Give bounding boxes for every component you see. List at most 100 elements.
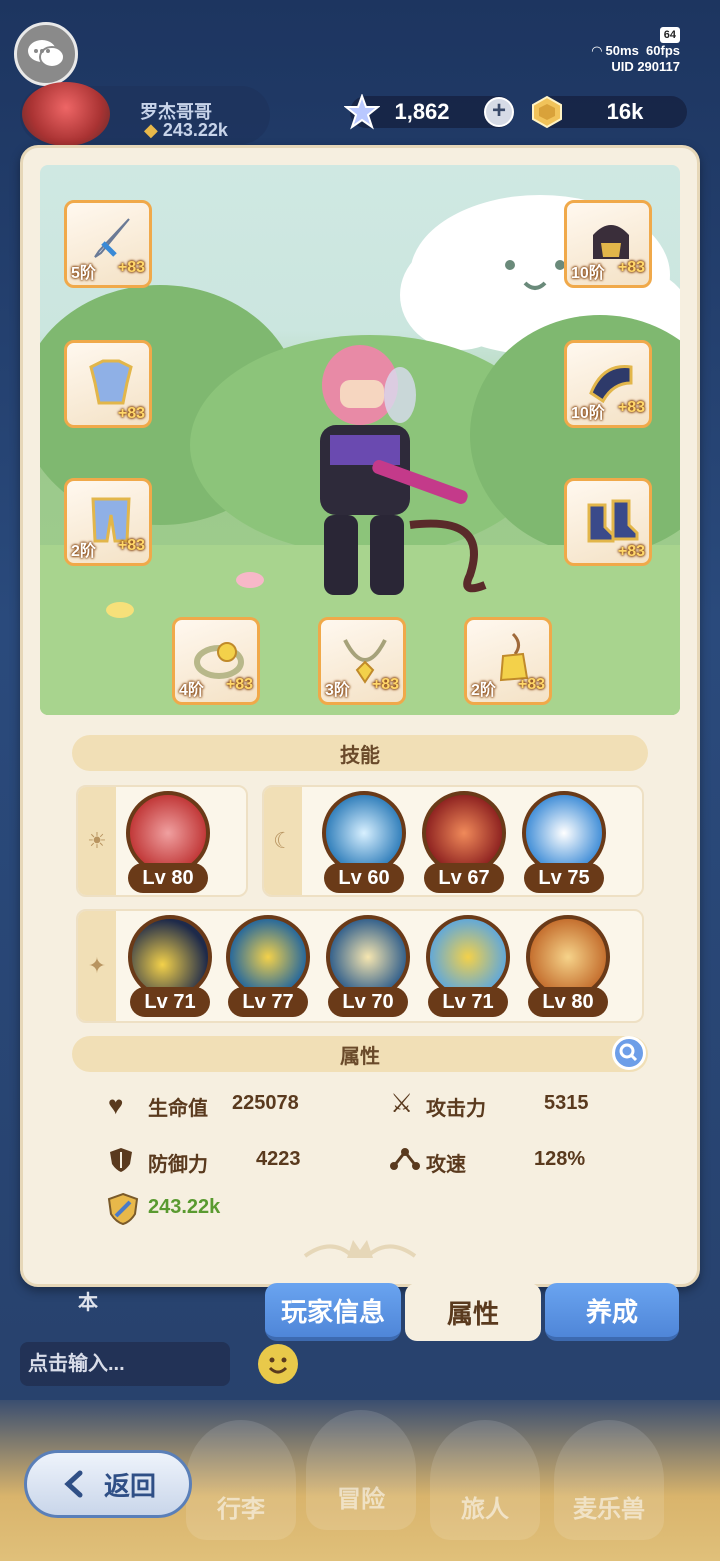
boots-icon [587,499,639,543]
tab-attributes-label: 属性 [446,1298,499,1329]
hp-value: 225078 [232,1092,299,1114]
hero-character[interactable] [260,335,500,635]
chat-input[interactable]: 点击输入... [20,1342,230,1386]
equip-tier: 3阶 [325,682,350,699]
skill-slot[interactable]: Lv 60 [320,791,408,897]
ornament-icon [303,1240,417,1258]
sun-icon: ☀ [78,787,116,895]
skill-level: Lv 80 [528,987,608,1017]
equip-level: +83 [117,405,145,422]
def-value: 4223 [256,1148,301,1170]
equip-tier: 5阶 [71,265,96,282]
star-gem-icon [344,94,380,130]
battery-indicator: 64 [659,27,680,43]
skill-level: Lv 77 [228,987,308,1017]
equip-slot-gauntlet[interactable]: 10阶 +83 [564,340,652,428]
equip-level: +83 [517,676,545,693]
equip-tier: 10阶 [571,265,605,282]
spd-value: 128% [534,1148,586,1170]
skill-slot[interactable]: Lv 75 [520,791,608,897]
skill-group-star: ✦ Lv 71 Lv 77 Lv 70 Lv 71 Lv 80 [76,909,644,1023]
wifi-icon: ◠ [591,43,602,58]
nav-luggage-label: 行李 [217,1496,265,1523]
sparkle-icon: ✦ [78,911,116,1021]
tab-develop-label: 养成 [585,1296,638,1327]
chat-button[interactable] [14,22,78,86]
back-label: 返回 [103,1470,156,1501]
ping-text: 50ms [605,43,639,58]
attributes-header: 属性 [72,1036,648,1072]
nav-pets[interactable]: 麦乐兽 [554,1420,664,1540]
power-shield-icon [107,1192,139,1226]
skill-level: Lv 60 [324,863,404,893]
nav-adventure[interactable]: 冒险 [306,1410,416,1530]
power-value: 243.22k [148,1196,221,1218]
side-text: 本 [78,1292,98,1314]
heart-icon: ♥ [108,1090,124,1120]
equip-tier: 2阶 [71,543,96,560]
skill-level: Lv 80 [128,863,208,893]
add-gems-button[interactable]: + [484,97,514,127]
armor-icon [89,359,133,405]
skill-group-moon: ☾ Lv 60 Lv 67 Lv 75 [262,785,644,897]
equip-tier: 2阶 [471,682,496,699]
nav-travelers-label: 旅人 [461,1496,509,1523]
player-power: ◆ 243.22k [144,120,228,141]
moon-icon: ☾ [264,787,302,895]
def-label: 防御力 [148,1154,208,1176]
skill-level: Lv 75 [524,863,604,893]
tab-player-info[interactable]: 玩家信息 [265,1283,401,1341]
equip-slot-sword[interactable]: 5阶 +83 [64,200,152,288]
tab-develop[interactable]: 养成 [545,1283,679,1341]
skill-slot[interactable]: Lv 67 [420,791,508,897]
equip-level: +83 [117,537,145,554]
skills-header-text: 技能 [340,744,380,767]
status-panel: 64 ◠ 50ms 60fps UID 290117 [592,26,680,75]
back-button[interactable]: 返回 [24,1450,192,1518]
fps-text: 60fps [646,43,680,58]
tab-attributes[interactable]: 属性 [405,1283,541,1341]
magnifier-icon [619,1043,638,1062]
nav-adventure-label: 冒险 [337,1486,385,1513]
equip-level: +83 [617,259,645,276]
equip-slot-helmet[interactable]: 10阶 +83 [564,200,652,288]
skills-header: 技能 [72,735,648,771]
gem-count: 1,862 [394,99,450,124]
hp-label: 生命值 [148,1098,208,1120]
skill-slot[interactable]: Lv 71 [126,915,214,1021]
equip-level: +83 [117,259,145,276]
gold-coin-icon [532,95,562,129]
nav-travelers[interactable]: 旅人 [430,1420,540,1540]
atk-label: 攻击力 [426,1098,486,1120]
equip-slot-ring[interactable]: 4阶 +83 [172,617,260,705]
skill-slot[interactable]: Lv 70 [324,915,412,1021]
nav-luggage[interactable]: 行李 [186,1420,296,1540]
equip-level: +83 [225,676,253,693]
avatar[interactable] [22,82,110,146]
equip-level: +83 [617,543,645,560]
attributes-header-text: 属性 [340,1045,380,1068]
equip-slot-armor[interactable]: +83 [64,340,152,428]
equip-slot-pants[interactable]: 2阶 +83 [64,478,152,566]
player-power-value: 243.22k [162,120,228,140]
atk-value: 5315 [544,1092,589,1114]
shield-icon: ◆ [144,120,158,140]
skill-slot[interactable]: Lv 77 [224,915,312,1021]
skill-group-sun: ☀ Lv 80 [76,785,248,897]
equip-tier: 4阶 [179,682,204,699]
equip-tier: 10阶 [571,405,605,422]
skill-slot[interactable]: Lv 80 [524,915,612,1021]
attack-speed-icon [390,1148,420,1170]
equip-level: +83 [371,676,399,693]
uid-text: UID 290117 [611,59,680,74]
search-button[interactable] [612,1036,646,1070]
skill-slot[interactable]: Lv 71 [424,915,512,1021]
equip-slot-necklace[interactable]: 3阶 +83 [318,617,406,705]
gold-count: 16k [606,99,644,124]
emoji-button[interactable] [258,1344,298,1384]
skill-slot[interactable]: Lv 80 [124,791,212,897]
skill-level: Lv 71 [130,987,210,1017]
equip-slot-charm[interactable]: 2阶 +83 [464,617,552,705]
equip-slot-boots[interactable]: +83 [564,478,652,566]
smiley-icon [268,1357,288,1374]
